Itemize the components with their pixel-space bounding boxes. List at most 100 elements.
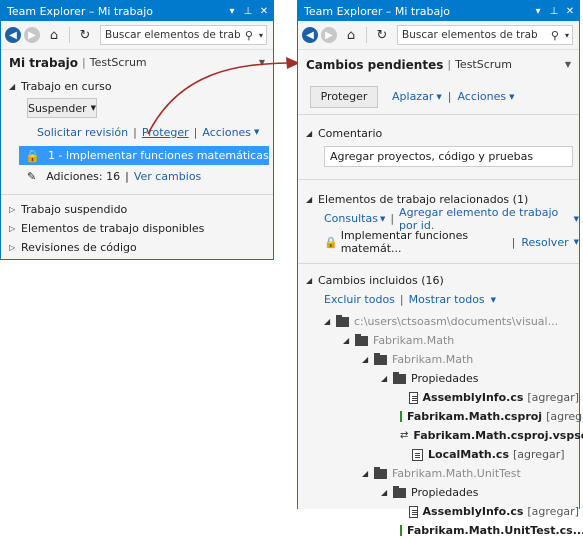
section-label: Revisiones de código — [21, 241, 137, 254]
request-review-link[interactable]: Solicitar revisión — [37, 126, 128, 139]
chevron-down-icon: ▼ — [436, 92, 442, 101]
tree-item-label: AssemblyInfo.cs — [422, 391, 524, 404]
search-icon[interactable]: ⚲ — [245, 29, 253, 42]
change-type-tag: [agregar] — [527, 505, 579, 518]
search-box[interactable]: Buscar elementos de trab ⚲ ▾ — [397, 25, 573, 45]
tree-item-label: Propiedades — [411, 372, 479, 385]
close-icon[interactable]: ✕ — [257, 6, 271, 17]
related-item-title: Implementar funciones matemát... — [340, 229, 469, 255]
dropdown-icon[interactable]: ▾ — [225, 6, 239, 17]
work-item-row[interactable]: 🔒 1 - Implementar funciones matemáticas — [19, 146, 269, 165]
collapsed-icon: ▷ — [9, 243, 16, 252]
refresh-icon[interactable]: ↻ — [76, 26, 94, 44]
work-item-icon: 🔒 — [25, 148, 40, 163]
check-in-button[interactable]: Proteger — [310, 85, 378, 108]
exclude-all-link[interactable]: Excluir todos — [324, 293, 395, 306]
tree-item[interactable]: Fabrikam.Math.UnitTest.cs... — [306, 521, 583, 540]
search-input[interactable]: Buscar elementos de trab — [105, 29, 242, 41]
section-label: Trabajo suspendido — [21, 203, 128, 216]
suspend-button[interactable]: Suspender ▼ — [27, 98, 97, 118]
change-type-tag: [agregar] — [527, 391, 579, 404]
page-title: Mi trabajo — [9, 55, 79, 70]
tree-item[interactable]: ◢ Fabrikam.Math — [306, 331, 579, 350]
tree-item[interactable]: LocalMath.cs [agregar] — [306, 445, 579, 464]
tree-item[interactable]: ⇄ Fabrikam.Math.csproj.vspscc... — [306, 426, 583, 445]
tree-item[interactable]: ◢ Propiedades — [306, 483, 579, 502]
project-file-icon — [400, 411, 402, 422]
section-suspended[interactable]: ▷ Trabajo suspendido — [9, 200, 273, 219]
tree-item[interactable]: AssemblyInfo.cs [agregar] — [306, 502, 579, 521]
close-icon[interactable]: ✕ — [563, 6, 577, 17]
search-box[interactable]: Buscar elementos de trab ⚲ ▾ — [100, 25, 267, 45]
related-item-row[interactable]: 🔒 Implementar funciones matemát... | Res… — [306, 229, 579, 255]
expanded-icon[interactable]: ◢ — [381, 374, 393, 383]
back-icon[interactable]: ◀ — [5, 27, 21, 43]
tree-item-label: Fabrikam.Math — [373, 334, 455, 347]
expanded-icon: ◢ — [9, 82, 16, 91]
tree-item[interactable]: ◢ Fabrikam.Math — [306, 350, 579, 369]
show-all-link[interactable]: Mostrar todos — [409, 293, 485, 306]
forward-icon[interactable]: ▶ — [24, 27, 40, 43]
pin-icon[interactable]: ⊥ — [547, 6, 561, 17]
tree-item[interactable]: ◢ Fabrikam.Math.UnitTest — [306, 464, 579, 483]
tree-item[interactable]: AssemblyInfo.cs [agregar] — [306, 388, 579, 407]
toolbar-separator — [366, 27, 367, 43]
work-item-icon: 🔒 — [324, 235, 338, 249]
changes-count: Adiciones: 16 — [46, 169, 121, 183]
search-icon[interactable]: ⚲ — [551, 29, 559, 42]
expanded-icon[interactable]: ◢ — [362, 469, 374, 478]
back-icon[interactable]: ◀ — [302, 27, 318, 43]
shelve-link[interactable]: Aplazar — [392, 90, 433, 103]
tree-item-label: Propiedades — [411, 486, 479, 499]
file-icon — [408, 391, 418, 404]
pin-icon[interactable]: ⊥ — [241, 6, 255, 17]
tree-item[interactable]: Fabrikam.Math.csproj[agregar] — [306, 407, 583, 426]
queries-link[interactable]: Consultas — [324, 212, 378, 225]
dropdown-icon[interactable]: ▾ — [531, 6, 545, 17]
tree-item[interactable]: ◢ c:\users\ctsoasm\documents\visual... — [306, 312, 579, 331]
search-dropdown-icon[interactable]: ▾ — [259, 31, 263, 40]
work-item-title: 1 - Implementar funciones matemáticas — [47, 149, 269, 162]
expanded-icon: ◢ — [306, 195, 313, 204]
toolbar: ◀ ▶ ⌂ ↻ Buscar elementos de trab ⚲ ▾ — [298, 21, 579, 49]
section-header[interactable]: ◢ Comentario — [306, 124, 579, 143]
add-by-id-link[interactable]: Agregar elemento de trabajo por id. — [399, 206, 571, 232]
section-comment: ◢ Comentario Agregar proyectos, código y… — [298, 115, 579, 167]
expanded-icon: ◢ — [306, 129, 313, 138]
file-icon — [408, 505, 418, 518]
suspend-label: Suspender — [27, 101, 87, 115]
section-label: Cambios incluidos (16) — [318, 274, 444, 287]
link-separator: | — [447, 90, 452, 103]
resolve-link[interactable]: Resolver — [521, 236, 568, 249]
window-title: Team Explorer – Mi trabajo — [7, 4, 153, 18]
expanded-icon: ◢ — [306, 276, 313, 285]
section-available-items[interactable]: ▷ Elementos de trabajo disponibles — [9, 219, 273, 238]
project-file-icon — [400, 525, 402, 536]
change-type-tag: [agregar] — [546, 410, 583, 423]
search-dropdown-icon[interactable]: ▾ — [565, 31, 569, 40]
actions-link[interactable]: Acciones — [457, 90, 506, 103]
section-header[interactable]: ◢ Cambios incluidos (16) — [306, 271, 579, 290]
section-code-reviews[interactable]: ▷ Revisiones de código — [9, 238, 273, 257]
expanded-icon[interactable]: ◢ — [362, 355, 374, 364]
folder-icon — [393, 371, 406, 384]
view-changes-link[interactable]: Ver cambios — [134, 170, 201, 183]
tree-item-label: c:\users\ctsoasm\documents\visual... — [354, 315, 559, 328]
folder-icon — [355, 333, 368, 346]
search-input[interactable]: Buscar elementos de trab — [402, 29, 548, 41]
expanded-icon[interactable]: ◢ — [381, 488, 393, 497]
header-dropdown-icon[interactable]: ▼ — [565, 60, 571, 69]
page-title: Cambios pendientes — [306, 57, 444, 72]
comment-field[interactable]: Agregar proyectos, código y pruebas — [324, 146, 573, 167]
home-icon[interactable]: ⌂ — [342, 26, 360, 44]
forward-icon[interactable]: ▶ — [321, 27, 337, 43]
refresh-icon[interactable]: ↻ — [373, 26, 391, 44]
section-label: Elementos de trabajo disponibles — [21, 222, 205, 235]
folder-icon — [374, 352, 387, 365]
title-bar: Team Explorer – Mi trabajo ▾ ⊥ ✕ — [298, 1, 579, 21]
expanded-icon[interactable]: ◢ — [343, 336, 355, 345]
expanded-icon[interactable]: ◢ — [324, 317, 336, 326]
home-icon[interactable]: ⌂ — [45, 26, 63, 44]
pencil-icon: ✎ — [27, 169, 37, 183]
tree-item[interactable]: ◢ Propiedades — [306, 369, 579, 388]
